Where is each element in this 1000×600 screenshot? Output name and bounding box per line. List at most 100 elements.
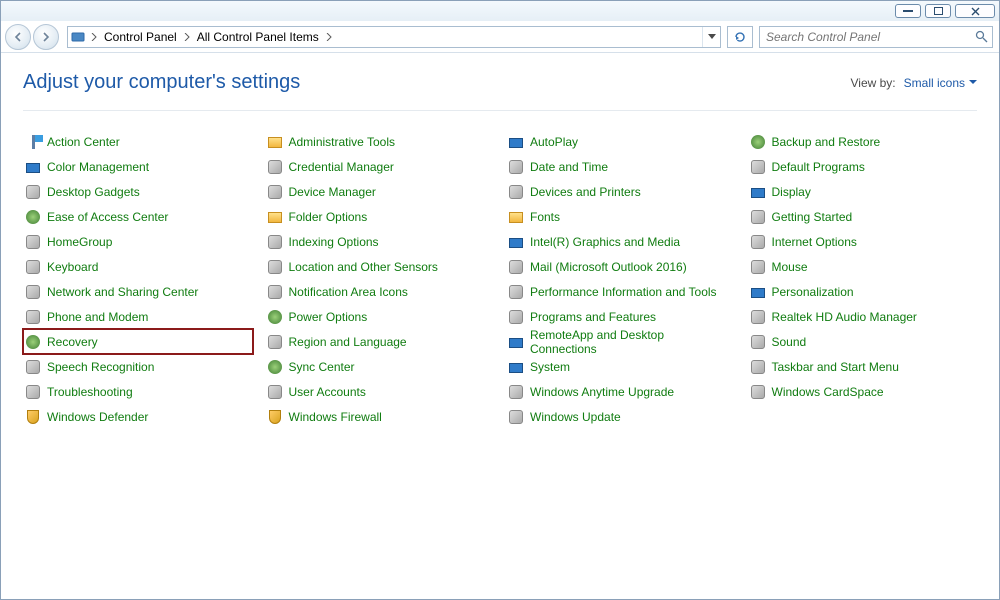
cp-item-homegroup[interactable]: HomeGroup [23, 229, 253, 254]
nav-back-button[interactable] [5, 24, 31, 50]
cp-item-label: Internet Options [772, 235, 857, 249]
display-icon [25, 159, 41, 175]
cp-item-label: Keyboard [47, 260, 98, 274]
cp-item-keyboard[interactable]: Keyboard [23, 254, 253, 279]
misc-icon [750, 159, 766, 175]
cp-item-desktop-gadgets[interactable]: Desktop Gadgets [23, 179, 253, 204]
misc-icon [750, 334, 766, 350]
cp-item-intel-r-graphics-and-media[interactable]: Intel(R) Graphics and Media [506, 229, 736, 254]
cp-item-programs-and-features[interactable]: Programs and Features [506, 304, 736, 329]
cp-item-label: Region and Language [289, 335, 407, 349]
nav-forward-button[interactable] [33, 24, 59, 50]
cp-item-location-and-other-sensors[interactable]: Location and Other Sensors [265, 254, 495, 279]
minimize-button[interactable] [895, 4, 921, 18]
cp-item-label: Default Programs [772, 160, 865, 174]
address-bar[interactable]: Control Panel All Control Panel Items [67, 26, 721, 48]
breadcrumb-sep[interactable] [181, 33, 193, 41]
misc-icon [508, 184, 524, 200]
cp-item-ease-of-access-center[interactable]: Ease of Access Center [23, 204, 253, 229]
cp-item-personalization[interactable]: Personalization [748, 279, 978, 304]
cp-item-label: User Accounts [289, 385, 366, 399]
cp-item-mail-microsoft-outlook-2016[interactable]: Mail (Microsoft Outlook 2016) [506, 254, 736, 279]
view-by-dropdown[interactable]: Small icons [904, 76, 977, 90]
cp-item-phone-and-modem[interactable]: Phone and Modem [23, 304, 253, 329]
misc-icon [25, 359, 41, 375]
cp-item-performance-information-and-tools[interactable]: Performance Information and Tools [506, 279, 736, 304]
control-panel-icon [68, 30, 88, 44]
misc-icon [750, 359, 766, 375]
cp-item-recovery[interactable]: Recovery [23, 329, 253, 354]
cp-item-power-options[interactable]: Power Options [265, 304, 495, 329]
nav-buttons [5, 24, 61, 50]
cp-item-label: Mail (Microsoft Outlook 2016) [530, 260, 687, 274]
gear-icon [25, 209, 41, 225]
cp-item-realtek-hd-audio-manager[interactable]: Realtek HD Audio Manager [748, 304, 978, 329]
cp-item-label: Getting Started [772, 210, 853, 224]
cp-item-label: Administrative Tools [289, 135, 396, 149]
cp-item-system[interactable]: System [506, 354, 736, 379]
cp-item-color-management[interactable]: Color Management [23, 154, 253, 179]
cp-item-windows-firewall[interactable]: Windows Firewall [265, 404, 495, 429]
cp-item-backup-and-restore[interactable]: Backup and Restore [748, 129, 978, 154]
cp-item-label: Notification Area Icons [289, 285, 408, 299]
cp-item-label: AutoPlay [530, 135, 578, 149]
cp-item-remoteapp-and-desktop-connections[interactable]: RemoteApp and Desktop Connections [506, 329, 736, 354]
cp-item-autoplay[interactable]: AutoPlay [506, 129, 736, 154]
cp-item-troubleshooting[interactable]: Troubleshooting [23, 379, 253, 404]
misc-icon [25, 234, 41, 250]
cp-item-devices-and-printers[interactable]: Devices and Printers [506, 179, 736, 204]
cp-item-indexing-options[interactable]: Indexing Options [265, 229, 495, 254]
breadcrumb-control-panel[interactable]: Control Panel [100, 27, 181, 47]
cp-item-credential-manager[interactable]: Credential Manager [265, 154, 495, 179]
nav-row: Control Panel All Control Panel Items [1, 21, 999, 53]
search-icon[interactable] [970, 30, 992, 43]
cp-item-windows-update[interactable]: Windows Update [506, 404, 736, 429]
cp-item-user-accounts[interactable]: User Accounts [265, 379, 495, 404]
gear-icon [267, 309, 283, 325]
maximize-button[interactable] [925, 4, 951, 18]
cp-item-label: Windows Firewall [289, 410, 382, 424]
breadcrumb-sep[interactable] [323, 33, 335, 41]
search-input[interactable] [760, 30, 970, 44]
breadcrumb-sep[interactable] [88, 33, 100, 41]
cp-item-date-and-time[interactable]: Date and Time [506, 154, 736, 179]
breadcrumb-all-items[interactable]: All Control Panel Items [193, 27, 323, 47]
cp-item-label: HomeGroup [47, 235, 112, 249]
cp-item-taskbar-and-start-menu[interactable]: Taskbar and Start Menu [748, 354, 978, 379]
refresh-button[interactable] [727, 26, 753, 48]
cp-item-device-manager[interactable]: Device Manager [265, 179, 495, 204]
cp-item-label: Action Center [47, 135, 120, 149]
cp-item-sync-center[interactable]: Sync Center [265, 354, 495, 379]
cp-item-getting-started[interactable]: Getting Started [748, 204, 978, 229]
cp-item-default-programs[interactable]: Default Programs [748, 154, 978, 179]
cp-item-mouse[interactable]: Mouse [748, 254, 978, 279]
cp-item-internet-options[interactable]: Internet Options [748, 229, 978, 254]
folder-icon [508, 209, 524, 225]
cp-item-windows-anytime-upgrade[interactable]: Windows Anytime Upgrade [506, 379, 736, 404]
cp-item-windows-defender[interactable]: Windows Defender [23, 404, 253, 429]
shield-icon [267, 409, 283, 425]
cp-item-sound[interactable]: Sound [748, 329, 978, 354]
address-dropdown[interactable] [702, 27, 720, 47]
cp-item-fonts[interactable]: Fonts [506, 204, 736, 229]
cp-item-speech-recognition[interactable]: Speech Recognition [23, 354, 253, 379]
misc-icon [508, 259, 524, 275]
search-box[interactable] [759, 26, 993, 48]
cp-item-label: Display [772, 185, 811, 199]
cp-item-windows-cardspace[interactable]: Windows CardSpace [748, 379, 978, 404]
cp-item-label: Indexing Options [289, 235, 379, 249]
cp-item-label: Credential Manager [289, 160, 394, 174]
cp-item-folder-options[interactable]: Folder Options [265, 204, 495, 229]
cp-item-network-and-sharing-center[interactable]: Network and Sharing Center [23, 279, 253, 304]
misc-icon [750, 234, 766, 250]
cp-item-action-center[interactable]: Action Center [23, 129, 253, 154]
cp-item-notification-area-icons[interactable]: Notification Area Icons [265, 279, 495, 304]
folder-icon [267, 134, 283, 150]
gear-icon [267, 359, 283, 375]
cp-item-display[interactable]: Display [748, 179, 978, 204]
close-button[interactable] [955, 4, 995, 18]
cp-item-region-and-language[interactable]: Region and Language [265, 329, 495, 354]
misc-icon [25, 184, 41, 200]
cp-item-administrative-tools[interactable]: Administrative Tools [265, 129, 495, 154]
content-area: Adjust your computer's settings View by:… [1, 53, 999, 599]
